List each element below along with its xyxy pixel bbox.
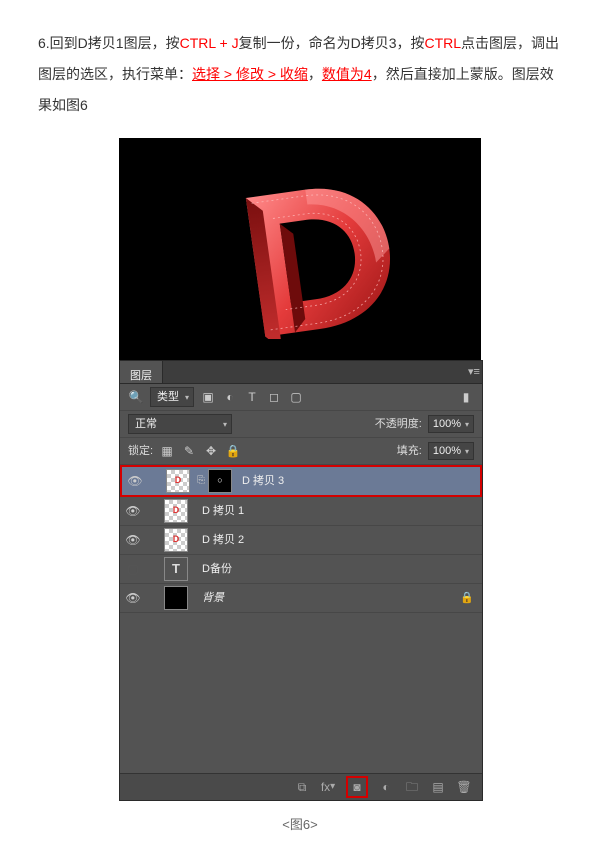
blend-mode-dropdown[interactable]: 正常▾ bbox=[128, 414, 232, 434]
text: ， bbox=[308, 66, 322, 82]
filter-type-icon[interactable]: T bbox=[244, 389, 260, 405]
layer-name[interactable]: D备份 bbox=[202, 557, 482, 581]
layers-list: 👁 D ⎘ ○ D 拷贝 3 👁 D D 拷贝 1 👁 D bbox=[120, 465, 482, 773]
visibility-toggle[interactable]: 👁 bbox=[120, 527, 146, 553]
visibility-toggle[interactable]: ▢ bbox=[120, 556, 146, 582]
filter-toggle[interactable]: ▮ bbox=[458, 389, 474, 405]
layer-mask-thumb[interactable]: ○ bbox=[208, 469, 232, 493]
adjustment-layer-icon[interactable]: ◐ bbox=[378, 779, 394, 795]
mask-link-icon[interactable]: ⎘ bbox=[194, 470, 208, 492]
lock-label: 锁定: bbox=[128, 439, 153, 463]
filter-pixel-icon[interactable]: ▣ bbox=[200, 389, 216, 405]
fill-input[interactable]: 100%▾ bbox=[428, 442, 474, 460]
opacity-label: 不透明度: bbox=[375, 412, 422, 436]
tab-layers[interactable]: 图层 bbox=[120, 361, 163, 383]
text: 复制一份，命名为D拷贝3，按 bbox=[239, 35, 425, 51]
new-layer-icon[interactable]: ▤ bbox=[430, 779, 446, 795]
link-layers-icon[interactable]: ⧉ bbox=[294, 779, 310, 795]
add-mask-button[interactable]: ◙ bbox=[346, 776, 368, 798]
layer-row[interactable]: ▢ T D备份 bbox=[120, 555, 482, 584]
filter-shape-icon[interactable]: ◻ bbox=[266, 389, 282, 405]
layer-name[interactable]: D 拷贝 3 bbox=[242, 469, 480, 493]
new-group-icon[interactable]: 🗀 bbox=[404, 779, 420, 795]
visibility-toggle[interactable]: 👁 bbox=[122, 468, 148, 494]
layer-thumb[interactable] bbox=[164, 586, 188, 610]
lock-all-icon[interactable]: 🔒 bbox=[225, 443, 241, 459]
filter-adjust-icon[interactable]: ◐ bbox=[222, 389, 238, 405]
preview-canvas bbox=[119, 138, 481, 360]
layers-panel: 图层 ▾≡ 🔍 类型▾ ▣ ◐ T ◻ ▢ ▮ 正常▾ 不透明度: 100%▾ … bbox=[119, 360, 483, 801]
layer-thumb[interactable]: D bbox=[164, 528, 188, 552]
fx-icon[interactable]: fx▾ bbox=[320, 779, 336, 795]
layer-row-selected[interactable]: 👁 D ⎘ ○ D 拷贝 3 bbox=[120, 465, 482, 497]
lock-pixels-icon[interactable]: ▦ bbox=[159, 443, 175, 459]
step-paragraph: 6.回到D拷贝1图层，按CTRL + J复制一份，命名为D拷贝3，按CTRL点击… bbox=[38, 28, 562, 120]
fill-label: 填充: bbox=[397, 439, 422, 463]
lock-icon: 🔒 bbox=[460, 586, 474, 610]
layer-row[interactable]: 👁 D D 拷贝 2 bbox=[120, 526, 482, 555]
layer-name[interactable]: D 拷贝 2 bbox=[202, 528, 482, 552]
filter-kind-dropdown[interactable]: 类型▾ bbox=[150, 387, 194, 407]
layer-row-background[interactable]: 👁 背景 🔒 bbox=[120, 584, 482, 613]
filter-smart-icon[interactable]: ▢ bbox=[288, 389, 304, 405]
layer-name[interactable]: D 拷贝 1 bbox=[202, 499, 482, 523]
figure-caption: <图6> bbox=[119, 811, 481, 840]
menu-path-link[interactable]: 选择 > 修改 > 收缩 bbox=[192, 66, 308, 82]
layer-thumb[interactable]: D bbox=[166, 469, 190, 493]
lock-move-icon[interactable]: ✥ bbox=[203, 443, 219, 459]
search-icon: 🔍 bbox=[128, 389, 144, 405]
lock-paint-icon[interactable]: ✎ bbox=[181, 443, 197, 459]
layer-thumb-type[interactable]: T bbox=[164, 557, 188, 581]
layer-row[interactable]: 👁 D D 拷贝 1 bbox=[120, 497, 482, 526]
visibility-toggle[interactable]: 👁 bbox=[120, 585, 146, 611]
shortcut-ctrl: CTRL bbox=[424, 35, 461, 51]
panel-menu-icon[interactable]: ▾≡ bbox=[466, 361, 482, 383]
opacity-input[interactable]: 100%▾ bbox=[428, 415, 474, 433]
value-link[interactable]: 数值为4 bbox=[322, 66, 372, 82]
shortcut-ctrl-j: CTRL + J bbox=[180, 35, 239, 51]
layer-thumb[interactable]: D bbox=[164, 499, 188, 523]
delete-layer-icon[interactable]: 🗑 bbox=[456, 779, 472, 795]
visibility-toggle[interactable]: 👁 bbox=[120, 498, 146, 524]
text: 6.回到D拷贝1图层，按 bbox=[38, 35, 180, 51]
layer-name[interactable]: 背景 bbox=[202, 586, 460, 610]
